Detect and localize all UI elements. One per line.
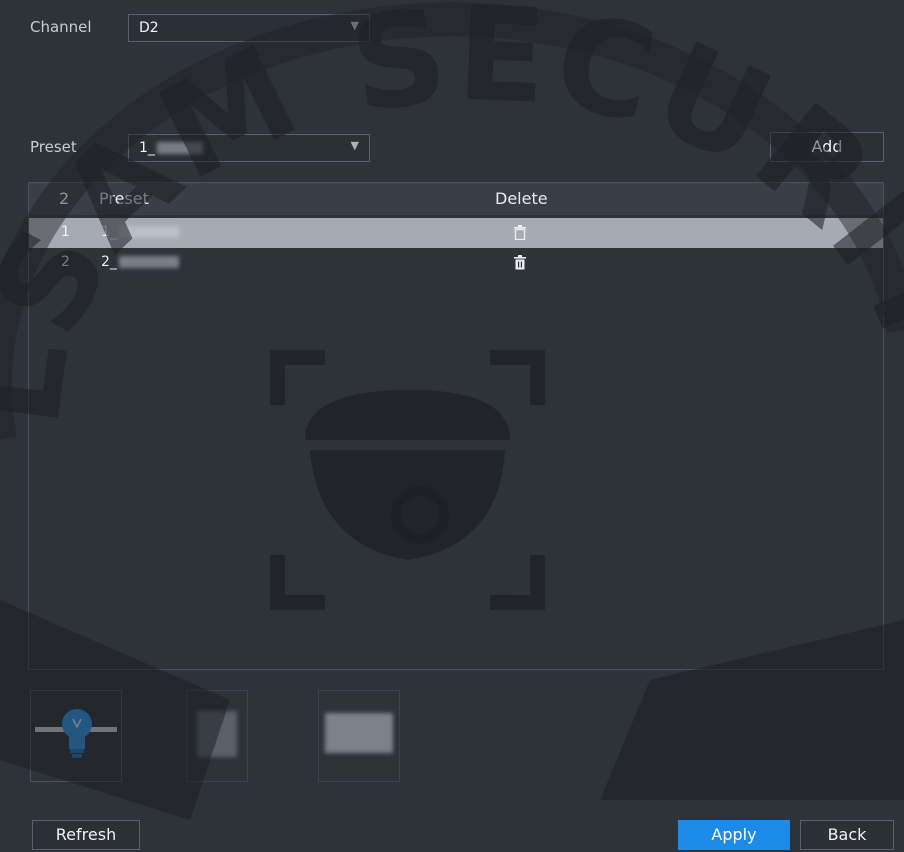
trash-icon[interactable] — [514, 255, 526, 270]
chevron-down-icon: ▼ — [350, 139, 359, 152]
chevron-down-icon: ▼ — [350, 19, 359, 32]
row-preset-name: 2_ — [101, 254, 117, 270]
apply-button[interactable]: Apply — [678, 820, 790, 850]
header-preset: Preset — [99, 189, 149, 208]
add-button[interactable]: Add — [770, 132, 884, 162]
preset-image — [325, 713, 393, 753]
header-delete: Delete — [495, 189, 548, 208]
row-index: 2 — [61, 254, 70, 270]
channel-select[interactable]: D2 ▼ — [128, 14, 370, 42]
table-row[interactable]: 2 2_ — [29, 248, 883, 278]
row-preset-name: 1_ — [101, 224, 117, 240]
trash-icon[interactable] — [514, 225, 526, 240]
preset-image — [197, 711, 237, 757]
preset-settings-panel: Channel D2 ▼ Preset 1_ ▼ Add 2 Preset De… — [0, 0, 904, 852]
light-toggle[interactable] — [30, 690, 122, 782]
redacted-text — [118, 256, 179, 268]
channel-value: D2 — [139, 20, 159, 36]
back-button[interactable]: Back — [800, 820, 894, 850]
preset-thumbnail[interactable] — [186, 690, 248, 782]
header-index: 2 — [59, 189, 70, 208]
table-row[interactable]: 1 1_ — [29, 218, 883, 248]
preset-table: 2 Preset Delete 1 1_ 2 2_ — [28, 182, 884, 670]
redacted-text — [156, 142, 203, 154]
row-index: 1 — [61, 224, 70, 240]
preset-select[interactable]: 1_ ▼ — [128, 134, 370, 162]
refresh-button[interactable]: Refresh — [32, 820, 140, 850]
channel-label: Channel — [30, 18, 92, 36]
redacted-text — [118, 226, 179, 238]
preset-value: 1_ — [139, 140, 155, 156]
table-header: 2 Preset Delete — [29, 183, 883, 215]
preset-thumbnail[interactable] — [318, 690, 400, 782]
preset-label: Preset — [30, 138, 77, 156]
light-bulb-icon — [35, 709, 117, 758]
